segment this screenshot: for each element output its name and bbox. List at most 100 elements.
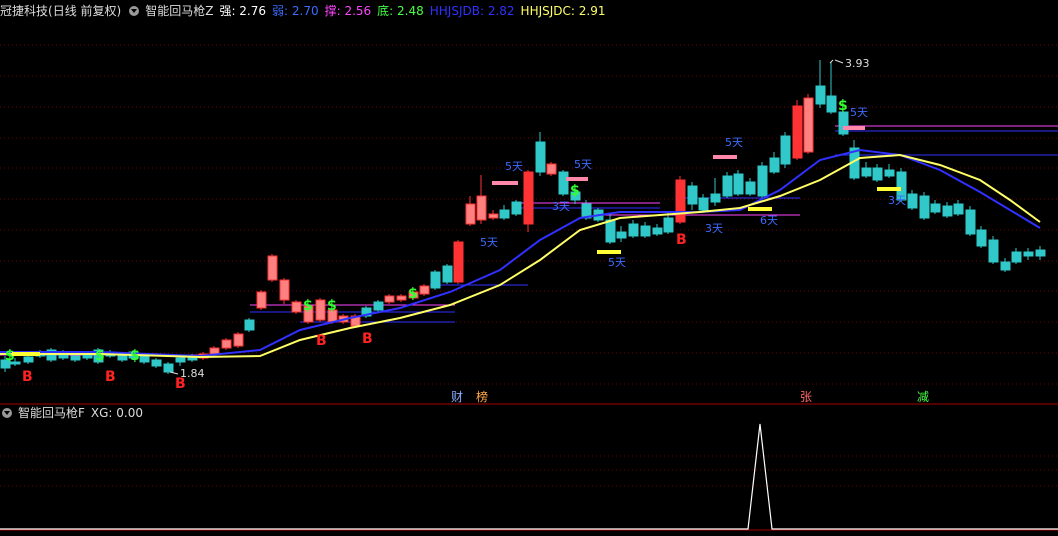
candle-body [942, 205, 953, 217]
dollar-signal: $ [303, 298, 313, 314]
signal-bar [748, 207, 772, 211]
candle-body [419, 285, 430, 295]
candle-body [872, 167, 883, 181]
signal-bar [877, 187, 901, 191]
ma-blue-line [0, 148, 1041, 358]
high-arrow-icon [829, 59, 844, 64]
buy-signal-b: B [676, 232, 687, 248]
candle-body [1035, 249, 1046, 257]
days-marker: 6天 [760, 214, 778, 227]
candle-body [315, 299, 326, 321]
event-tag-reduce[interactable]: 减 [917, 390, 929, 404]
candle-body [139, 355, 150, 363]
candle-body [499, 209, 510, 219]
high-price-label: 3.93 [845, 57, 870, 70]
dollar-signal: $ [327, 298, 337, 314]
signal-bar [12, 352, 40, 356]
candle-body [535, 141, 546, 173]
candle-body [953, 203, 964, 215]
candle-body [803, 97, 814, 153]
candle-body [628, 223, 639, 237]
candle-body [558, 171, 569, 195]
candle-body [546, 163, 557, 175]
candle-body [279, 279, 290, 301]
days-marker: 5天 [480, 236, 498, 249]
candle-body [430, 271, 441, 289]
dollar-signal: $ [570, 183, 580, 199]
candle-body [930, 203, 941, 213]
candle-body [221, 339, 232, 349]
support-resistance-lines [0, 125, 1058, 356]
candle-body [640, 225, 651, 237]
dollar-signal: $ [130, 348, 140, 364]
signal-bar [566, 177, 588, 181]
dollar-signal: $ [838, 98, 848, 114]
candle-body [965, 209, 976, 235]
buy-signal-b: B [316, 333, 327, 349]
candle-body [792, 105, 803, 159]
grid-lines [0, 44, 1058, 487]
candle-body [838, 111, 849, 135]
event-tags: 财 榜 张 减 [451, 389, 929, 404]
candle-body [267, 255, 278, 281]
low-arrow-icon [169, 371, 179, 375]
candle-body [907, 193, 918, 209]
days-marker: 5天 [505, 160, 523, 173]
candle-body [780, 135, 791, 165]
candle-body [70, 355, 81, 361]
days-marker: 5天 [725, 136, 743, 149]
event-tag-list[interactable]: 榜 [476, 389, 488, 404]
buy-signal-b: B [105, 369, 116, 385]
event-tag-limit[interactable]: 张 [800, 390, 812, 404]
candle-body [465, 203, 476, 225]
candle-body [861, 167, 872, 177]
candle-body [733, 173, 744, 195]
candle-body [884, 169, 895, 177]
candle-body [988, 239, 999, 263]
candle-body [488, 213, 499, 219]
candle-body [769, 157, 780, 173]
candle-body [442, 265, 453, 283]
event-tag-finance[interactable]: 财 [451, 390, 463, 404]
candle-body [453, 241, 464, 283]
candle-body [757, 165, 768, 197]
candle-body [663, 217, 674, 233]
candle-body [919, 195, 930, 219]
buy-signal-b: B [22, 369, 33, 385]
days-marker: 3天 [888, 194, 906, 207]
candle-body [675, 179, 686, 223]
candle-body [476, 195, 487, 221]
xg-signal-line [0, 423, 1058, 530]
candle-body [826, 95, 837, 113]
candle-body [710, 193, 721, 203]
candle-body [745, 181, 756, 195]
days-marker: 3天 [705, 222, 723, 235]
candle-body [1023, 251, 1034, 257]
low-price-label: 1.84 [180, 367, 205, 380]
candle-body [523, 171, 534, 225]
candle-body [698, 197, 709, 211]
candle-body [175, 357, 186, 363]
candle-body [722, 175, 733, 197]
candle-body [291, 301, 302, 313]
dollar-signal: $ [95, 348, 105, 364]
candle-body [511, 201, 522, 215]
candle-body [373, 301, 384, 311]
buy-signal-b: B [362, 331, 373, 347]
candle-body [396, 295, 407, 301]
candle-body [23, 356, 34, 363]
candle-body [652, 227, 663, 235]
candle-body [687, 185, 698, 205]
dollar-signal: $ [408, 286, 418, 302]
kline-chart[interactable]: B B BB BB$ $ $$ $$$$5天 5天5天5天5天5天3天3天3天6天 3.93 … [0, 0, 1058, 536]
candle-body [384, 295, 395, 303]
candle-body [256, 291, 267, 309]
candle-body [233, 333, 244, 347]
days-marker: 5天 [608, 256, 626, 269]
days-marker: 5天 [574, 158, 592, 171]
signal-bar [713, 155, 737, 159]
candle-body [1000, 261, 1011, 271]
candle-body [605, 219, 616, 243]
candle-body [815, 85, 826, 105]
signal-bar [597, 250, 621, 254]
